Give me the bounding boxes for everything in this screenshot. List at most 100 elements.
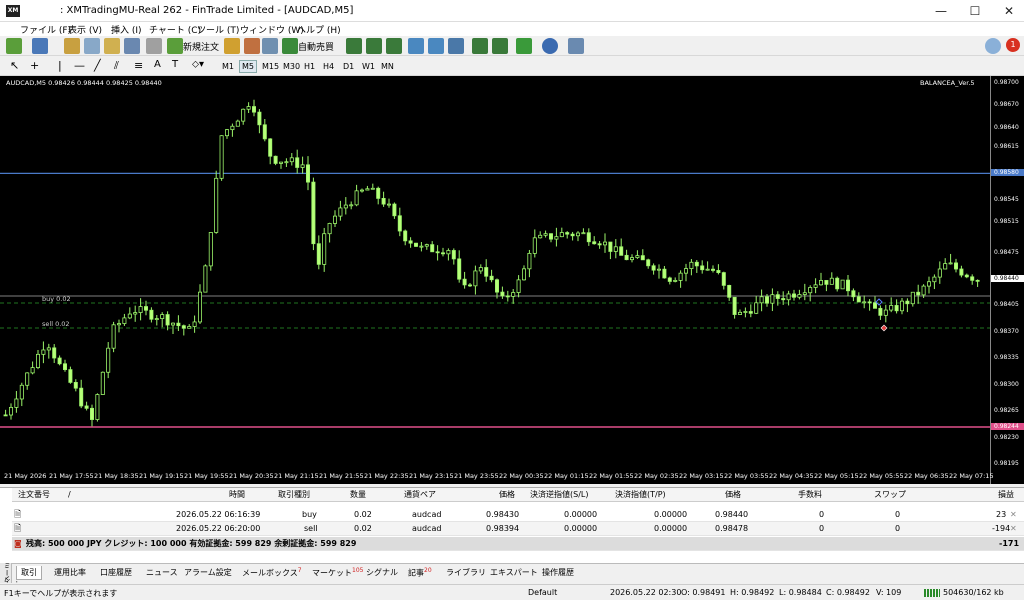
row-tp[interactable]: 0.00000: [654, 522, 687, 536]
new-chart-icon[interactable]: [6, 38, 22, 54]
candle-body: [117, 323, 122, 326]
tab-alerts[interactable]: アラーム設定: [180, 566, 236, 579]
menu-chart[interactable]: チャート (C): [149, 23, 201, 36]
tf-h1[interactable]: H1: [301, 60, 318, 73]
notification-badge[interactable]: 1: [1006, 38, 1020, 52]
candle-body: [327, 223, 332, 235]
time-tick-label: 21 May 22:35: [364, 472, 409, 480]
tab-market[interactable]: マーケット105: [308, 566, 367, 580]
table-row[interactable]: 🗎 2026.05.22 06:16:39 buy 0.02 audcad 0.…: [12, 508, 1024, 522]
col-profit[interactable]: 損益: [998, 488, 1014, 502]
candle-body: [662, 268, 667, 279]
navigator-icon[interactable]: [104, 38, 120, 54]
zoom-out-icon[interactable]: [428, 38, 444, 54]
line-chart-icon[interactable]: [386, 38, 402, 54]
tab-trade[interactable]: 取引: [16, 566, 42, 580]
candle-body: [819, 280, 824, 286]
tab-articles[interactable]: 記事20: [404, 566, 436, 580]
auto-trade-button[interactable]: 自動売買: [298, 40, 334, 53]
col-symbol[interactable]: 通貨ペア: [404, 488, 436, 502]
tf-mn[interactable]: MN: [378, 60, 397, 73]
trendline-icon[interactable]: ╱: [94, 59, 101, 72]
tab-exposure[interactable]: 運用比率: [50, 566, 90, 579]
col-price[interactable]: 価格: [499, 488, 515, 502]
tab-mailbox[interactable]: メールボックス7: [238, 566, 306, 580]
menu-window[interactable]: ウィンドウ (W): [240, 23, 304, 36]
row-sl[interactable]: 0.00000: [564, 522, 597, 536]
new-order-icon[interactable]: [167, 38, 183, 54]
tf-m15[interactable]: M15: [259, 60, 282, 73]
auto-trade-icon[interactable]: [282, 38, 298, 54]
chart-shift-icon[interactable]: [492, 38, 508, 54]
close-position-icon[interactable]: ✕: [1010, 522, 1017, 536]
autoscroll-icon[interactable]: [472, 38, 488, 54]
tf-m5[interactable]: M5: [239, 60, 257, 73]
label-icon[interactable]: T: [172, 59, 178, 70]
menu-view[interactable]: 表示 (V): [68, 23, 102, 36]
sell-entry-marker: [880, 324, 888, 332]
tf-m1[interactable]: M1: [219, 60, 237, 73]
tab-experts[interactable]: エキスパート: [486, 566, 542, 579]
tf-m30[interactable]: M30: [280, 60, 303, 73]
col-swap[interactable]: スワップ: [874, 488, 906, 502]
col-sl[interactable]: 決済逆指値(S/L): [530, 488, 588, 502]
col-current-price[interactable]: 価格: [725, 488, 741, 502]
close-button[interactable]: ✕: [992, 0, 1024, 22]
menu-help[interactable]: ヘルプ (H): [297, 23, 341, 36]
zoom-in-icon[interactable]: [408, 38, 424, 54]
text-icon[interactable]: A: [154, 59, 161, 70]
fibonacci-icon[interactable]: ≡: [134, 59, 143, 72]
data-window-icon[interactable]: [84, 38, 100, 54]
menu-insert[interactable]: 挿入 (I): [111, 23, 142, 36]
indicators-icon[interactable]: [516, 38, 532, 54]
price-chart[interactable]: AUDCAD,M5 0.98426 0.98444 0.98425 0.9844…: [0, 76, 990, 484]
market-watch-icon[interactable]: [64, 38, 80, 54]
terminal-icon[interactable]: [124, 38, 140, 54]
bar-chart-icon[interactable]: [346, 38, 362, 54]
templates-icon[interactable]: [568, 38, 584, 54]
community-icon[interactable]: [244, 38, 260, 54]
col-type[interactable]: 取引種別: [278, 488, 310, 502]
tab-history[interactable]: 口座履歴: [96, 566, 136, 579]
channel-icon[interactable]: ⫽: [114, 59, 119, 73]
candle-chart-icon[interactable]: [366, 38, 382, 54]
tf-d1[interactable]: D1: [340, 60, 357, 73]
tab-journal[interactable]: 操作履歴: [538, 566, 578, 579]
row-current-price: 0.98440: [715, 510, 749, 519]
new-order-button[interactable]: 新規注文: [183, 40, 219, 53]
metaeditor-icon[interactable]: [224, 38, 240, 54]
tester-icon[interactable]: [146, 38, 162, 54]
col-commission[interactable]: 手数料: [798, 488, 822, 502]
close-position-icon[interactable]: ✕: [1010, 508, 1017, 522]
horizontal-line-icon[interactable]: —: [74, 59, 85, 72]
shapes-icon[interactable]: ⬦▾: [192, 59, 204, 70]
crosshair-icon[interactable]: +: [30, 59, 39, 72]
tf-w1[interactable]: W1: [359, 60, 378, 73]
maximize-button[interactable]: ☐: [958, 0, 992, 22]
table-row[interactable]: 🗎 2026.05.22 06:20:00 sell 0.02 audcad 0…: [12, 522, 1024, 536]
time-tick-label: 21 May 2026: [4, 472, 47, 480]
candle-body: [111, 324, 116, 349]
minimize-button[interactable]: —: [924, 0, 958, 22]
search-icon[interactable]: [985, 38, 1001, 54]
menu-tools[interactable]: ツール (T): [197, 23, 239, 36]
tile-windows-icon[interactable]: [448, 38, 464, 54]
row-tp[interactable]: 0.00000: [654, 508, 687, 522]
profiles-icon[interactable]: [32, 38, 48, 54]
col-order[interactable]: 注文番号: [18, 488, 50, 502]
col-tp[interactable]: 決済指値(T/P): [615, 488, 666, 502]
col-sort[interactable]: /: [68, 488, 71, 502]
tf-h4[interactable]: H4: [320, 60, 337, 73]
tab-news[interactable]: ニュース: [142, 566, 182, 579]
cursor-icon[interactable]: ↖: [10, 59, 19, 72]
menu-file[interactable]: ファイル (F): [20, 23, 71, 36]
col-volume[interactable]: 数量: [350, 488, 366, 502]
periods-icon[interactable]: [542, 38, 558, 54]
row-sl[interactable]: 0.00000: [564, 508, 597, 522]
candle-body: [878, 307, 883, 316]
tab-library[interactable]: ライブラリ: [442, 566, 490, 579]
tab-signals[interactable]: シグナル: [362, 566, 402, 579]
vps-icon[interactable]: [262, 38, 278, 54]
col-time[interactable]: 時間: [229, 488, 245, 502]
vertical-line-icon[interactable]: |: [58, 59, 62, 72]
